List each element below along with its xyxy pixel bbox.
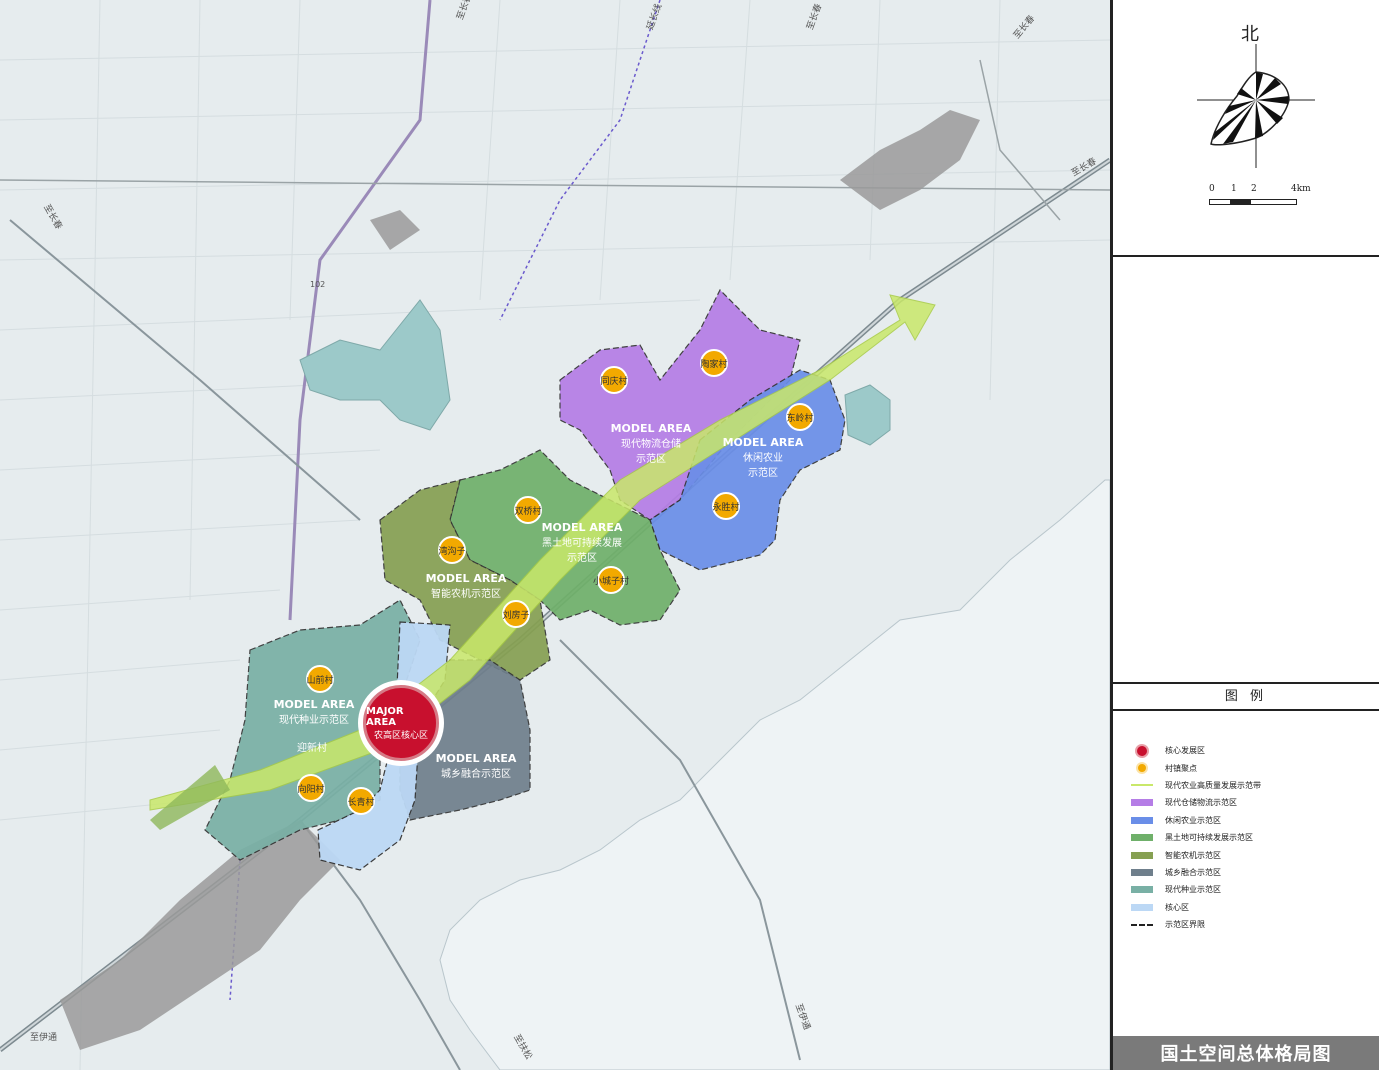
legend-item: 示范区界限 — [1129, 916, 1369, 933]
zone-label-machinery: MODEL AREA 智能农机示范区 — [425, 572, 507, 600]
legend-swatch — [1131, 903, 1153, 911]
village-label: 同庆村 — [600, 376, 628, 387]
village-marker[interactable]: 东岭村 — [786, 403, 814, 431]
village-label: 湾沟子 — [438, 546, 466, 557]
scale-bar: 0 1 2 4km — [1209, 184, 1319, 205]
legend-list: 核心发展区 村镇聚点 现代农业高质量发展示范带 现代仓储物流示范区 休闲农业示范… — [1129, 742, 1369, 933]
village-label: 长青村 — [347, 797, 375, 808]
north-label: 北 — [1241, 24, 1259, 45]
core-area-inner: MAJOR AREA 农高区核心区 — [363, 685, 439, 761]
legend-swatch — [1131, 834, 1153, 842]
village-marker[interactable]: 小城子村 — [593, 566, 629, 594]
village-marker[interactable]: 陶家村 — [700, 349, 728, 377]
legend-swatch — [1131, 816, 1153, 824]
village-label: 东岭村 — [786, 413, 814, 424]
yellow-dot-icon — [1136, 762, 1148, 775]
village-marker[interactable]: 刘房子 — [502, 600, 530, 628]
village-label: 刘房子 — [502, 610, 530, 621]
core-area-en: MAJOR AREA — [366, 705, 404, 728]
village-marker[interactable]: 长青村 — [347, 787, 375, 815]
village-label: 永胜村 — [712, 502, 740, 513]
legend-item: 现代仓储物流示范区 — [1129, 794, 1369, 811]
village-marker[interactable]: 向阳村 — [297, 774, 325, 802]
village-marker[interactable]: 湾沟子 — [438, 536, 466, 564]
legend-item: 黑土地可持续发展示范区 — [1129, 829, 1369, 846]
legend-item: 城乡融合示范区 — [1129, 864, 1369, 881]
legend-item: 现代农业高质量发展示范带 — [1129, 777, 1369, 794]
village-label: 迎新村 — [297, 743, 327, 754]
compass-rose-icon — [1197, 44, 1315, 168]
side-panel: 北 0 1 2 4km 图 例 核心发展区 村镇聚点 现代农业高质量发展示范带 … — [1110, 0, 1379, 1070]
village-marker[interactable]: 同庆村 — [600, 366, 628, 394]
panel-divider — [1113, 709, 1379, 711]
red-dot-icon — [1135, 743, 1149, 758]
legend-item: 智能农机示范区 — [1129, 846, 1369, 863]
road-label: 102 — [310, 280, 326, 289]
legend-swatch — [1131, 868, 1153, 876]
legend-swatch — [1131, 851, 1153, 859]
zone-label-leisure: MODEL AREA 休闲农业 示范区 — [722, 436, 804, 479]
dash-line-icon — [1131, 923, 1153, 926]
zone-label-logistics: MODEL AREA 现代物流仓储 示范区 — [610, 422, 692, 465]
village-marker[interactable]: 双桥村 — [514, 496, 542, 524]
legend-swatch — [1131, 886, 1153, 894]
zone-label-urban-rural: MODEL AREA 城乡融合示范区 — [435, 752, 517, 780]
core-area-zh: 农高区核心区 — [373, 730, 428, 741]
legend-item: 村镇聚点 — [1129, 759, 1369, 776]
village-label: 双桥村 — [514, 506, 542, 517]
zone-label-blacksoil: MODEL AREA 黑土地可持续发展 示范区 — [541, 521, 623, 564]
village-marker[interactable]: 永胜村 — [712, 492, 740, 520]
village-label: 山前村 — [306, 675, 334, 686]
panel-divider — [1113, 682, 1379, 684]
core-area-marker[interactable]: MAJOR AREA 农高区核心区 — [358, 680, 444, 766]
zone-label-seed: MODEL AREA 现代种业示范区 — [273, 698, 355, 726]
legend-item: 现代种业示范区 — [1129, 881, 1369, 898]
arrow-line-icon — [1131, 784, 1153, 787]
legend-swatch — [1131, 799, 1153, 807]
village-label: 向阳村 — [297, 784, 325, 795]
map-title: 国土空间总体格局图 — [1113, 1036, 1379, 1070]
legend-item: 休闲农业示范区 — [1129, 812, 1369, 829]
panel-divider — [1113, 255, 1379, 257]
legend-title: 图 例 — [1224, 689, 1268, 704]
map-canvas[interactable]: 至长春 延长线 至长春 至长春 102 至伊通 至长春 至长春 至伊通 至扶松 … — [0, 0, 1112, 1071]
road-label: 至伊通 — [30, 1033, 58, 1043]
legend-item: 核心区 — [1129, 899, 1369, 916]
village-label: 小城子村 — [593, 576, 630, 587]
village-label: 陶家村 — [700, 359, 728, 370]
legend-item: 核心发展区 — [1129, 742, 1369, 759]
village-marker[interactable]: 山前村 — [306, 665, 334, 693]
